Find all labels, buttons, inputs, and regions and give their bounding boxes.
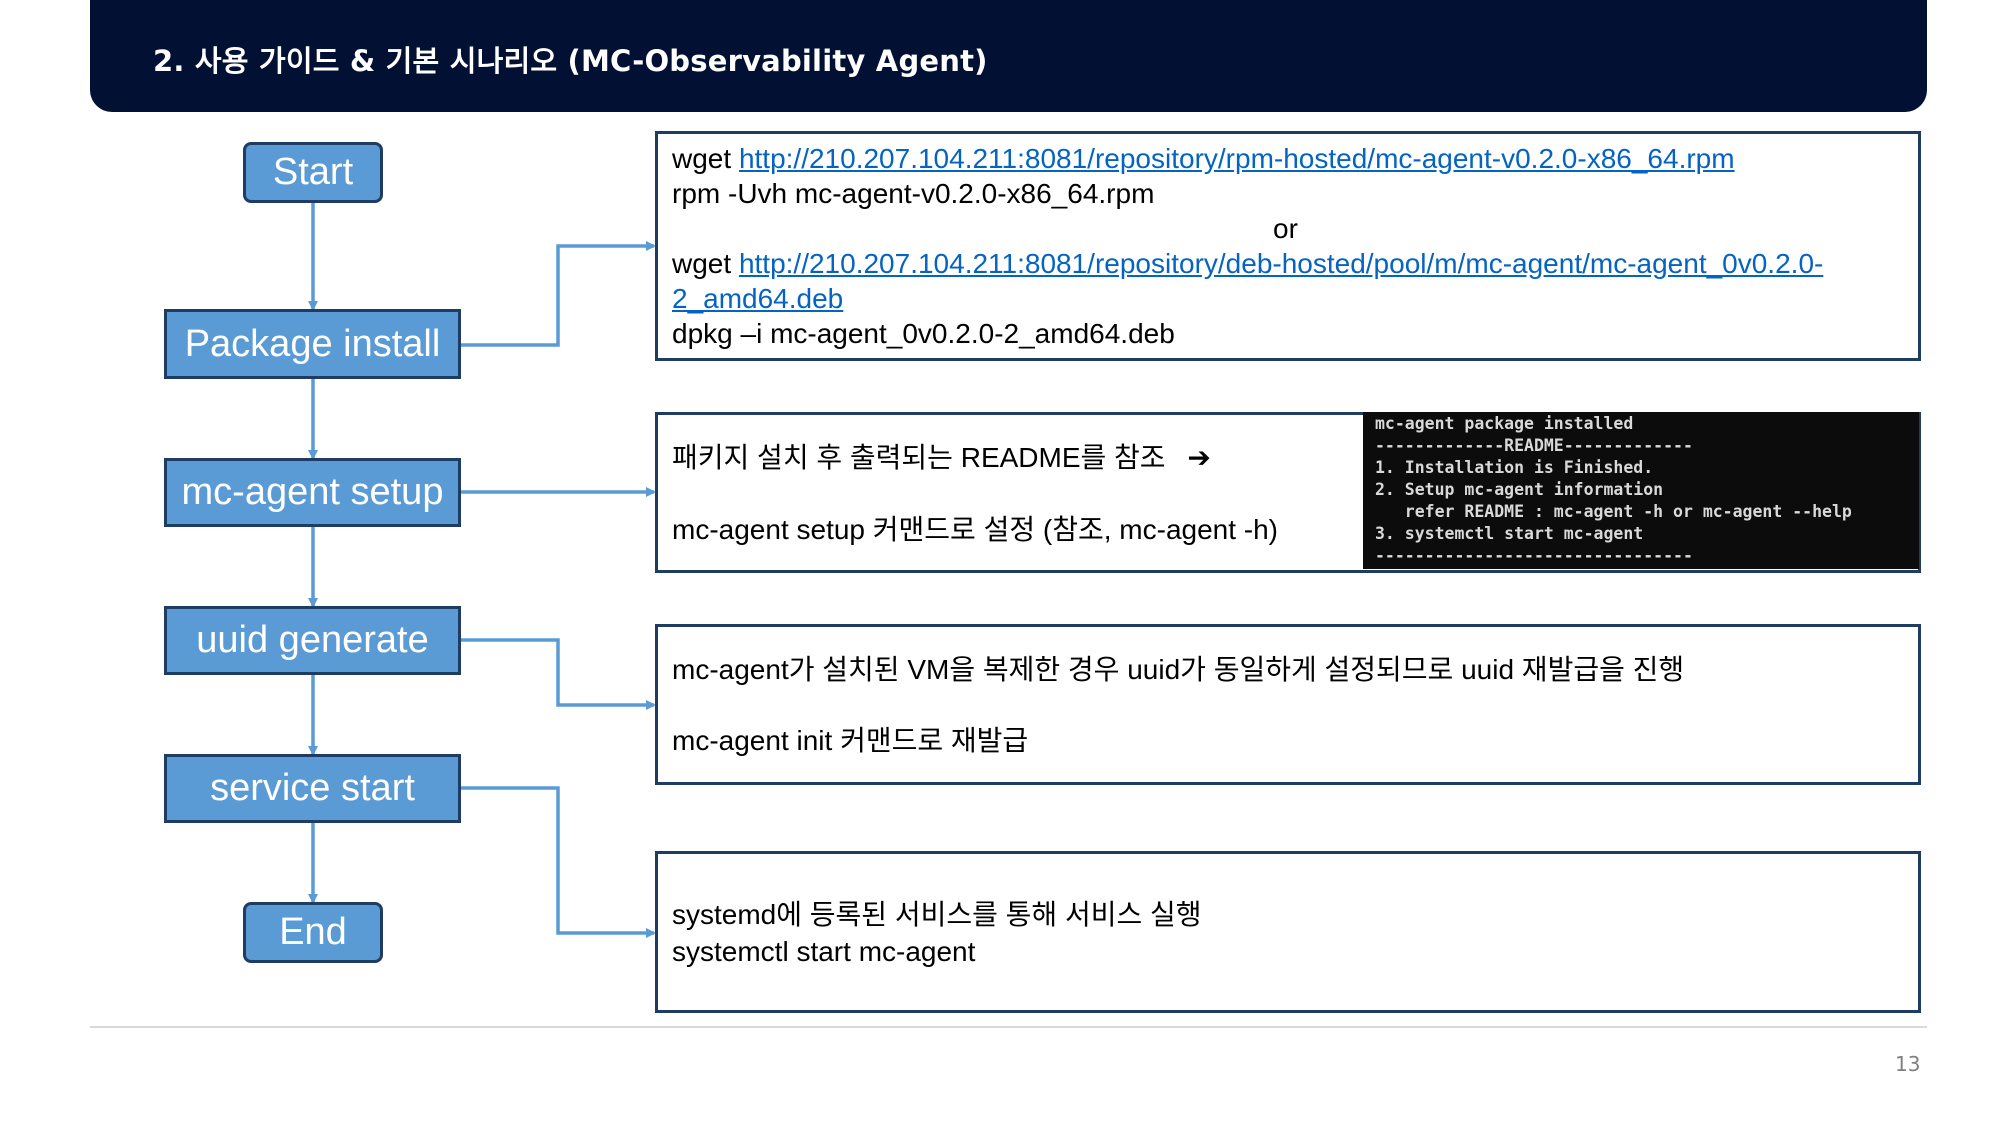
connector-service-to-box: [460, 786, 656, 938]
flow-node-end-label: End: [279, 911, 347, 953]
terminal-line: mc-agent package installed: [1375, 414, 1634, 433]
readme-terminal-output: mc-agent package installed -------------…: [1363, 412, 1919, 569]
flow-node-service-start: service start: [164, 754, 461, 823]
terminal-line: refer README : mc-agent -h or mc-agent -…: [1375, 502, 1852, 521]
connector-uuid-to-box: [460, 638, 656, 710]
install-line-deb-wget: wget http://210.207.104.211:8081/reposit…: [672, 246, 1823, 281]
uuid-command-note: mc-agent init 커맨드로 재발급: [672, 725, 1029, 756]
right-arrow-icon: ➔: [1187, 441, 1211, 474]
connector-install-to-box: [460, 241, 656, 347]
flow-node-start-label: Start: [272, 151, 354, 193]
rpm-download-link[interactable]: http://210.207.104.211:8081/repository/r…: [739, 143, 1735, 174]
or-separator: or: [1273, 213, 1298, 244]
service-note: systemd에 등록된 서비스를 통해 서비스 실행: [672, 899, 1202, 930]
flow-node-uuid-generate: uuid generate: [164, 606, 461, 675]
service-detail-box: [655, 851, 1921, 1013]
flow-node-agent-setup-label: mc-agent setup: [181, 471, 444, 513]
page-number: 13: [1895, 1052, 1921, 1076]
dpkg-command: dpkg –i mc-agent_0v0.2.0-2_amd64.deb: [672, 318, 1175, 349]
setup-readme-note: 패키지 설치 후 출력되는 README를 참조 ➔: [672, 440, 1211, 475]
uuid-detail-box: [655, 624, 1921, 785]
rpm-command: rpm -Uvh mc-agent-v0.2.0-x86_64.rpm: [672, 178, 1155, 209]
footer-divider: [90, 1026, 1927, 1028]
flow-node-uuid-generate-label: uuid generate: [196, 619, 429, 661]
terminal-line: 3. systemctl start mc-agent: [1375, 524, 1644, 543]
wget-label: wget: [672, 143, 739, 174]
flow-node-start: Start: [243, 142, 383, 203]
uuid-note: mc-agent가 설치된 VM을 복제한 경우 uuid가 동일하게 설정되므…: [672, 654, 1685, 685]
setup-command-note: mc-agent setup 커맨드로 설정 (참조, mc-agent -h): [672, 514, 1279, 545]
terminal-line: 1. Installation is Finished.: [1375, 458, 1654, 477]
flow-node-service-start-label: service start: [210, 767, 415, 809]
flow-node-package-install-label: Package install: [184, 322, 441, 365]
service-command: systemctl start mc-agent: [672, 936, 976, 967]
terminal-line: --------------------------------: [1375, 546, 1693, 565]
readme-note-text: 패키지 설치 후 출력되는 README를 참조: [672, 442, 1166, 473]
terminal-line: -------------README-------------: [1375, 436, 1693, 455]
flow-node-agent-setup: mc-agent setup: [164, 458, 461, 527]
terminal-line: 2. Setup mc-agent information: [1375, 480, 1664, 499]
deb-download-link[interactable]: http://210.207.104.211:8081/repository/d…: [739, 248, 1823, 279]
wget-label: wget: [672, 248, 739, 279]
install-line-rpm-wget: wget http://210.207.104.211:8081/reposit…: [672, 141, 1735, 176]
flow-node-package-install: Package install: [164, 309, 461, 379]
deb-download-link-continued[interactable]: 2_amd64.deb: [672, 281, 843, 316]
flow-node-end: End: [243, 902, 383, 963]
